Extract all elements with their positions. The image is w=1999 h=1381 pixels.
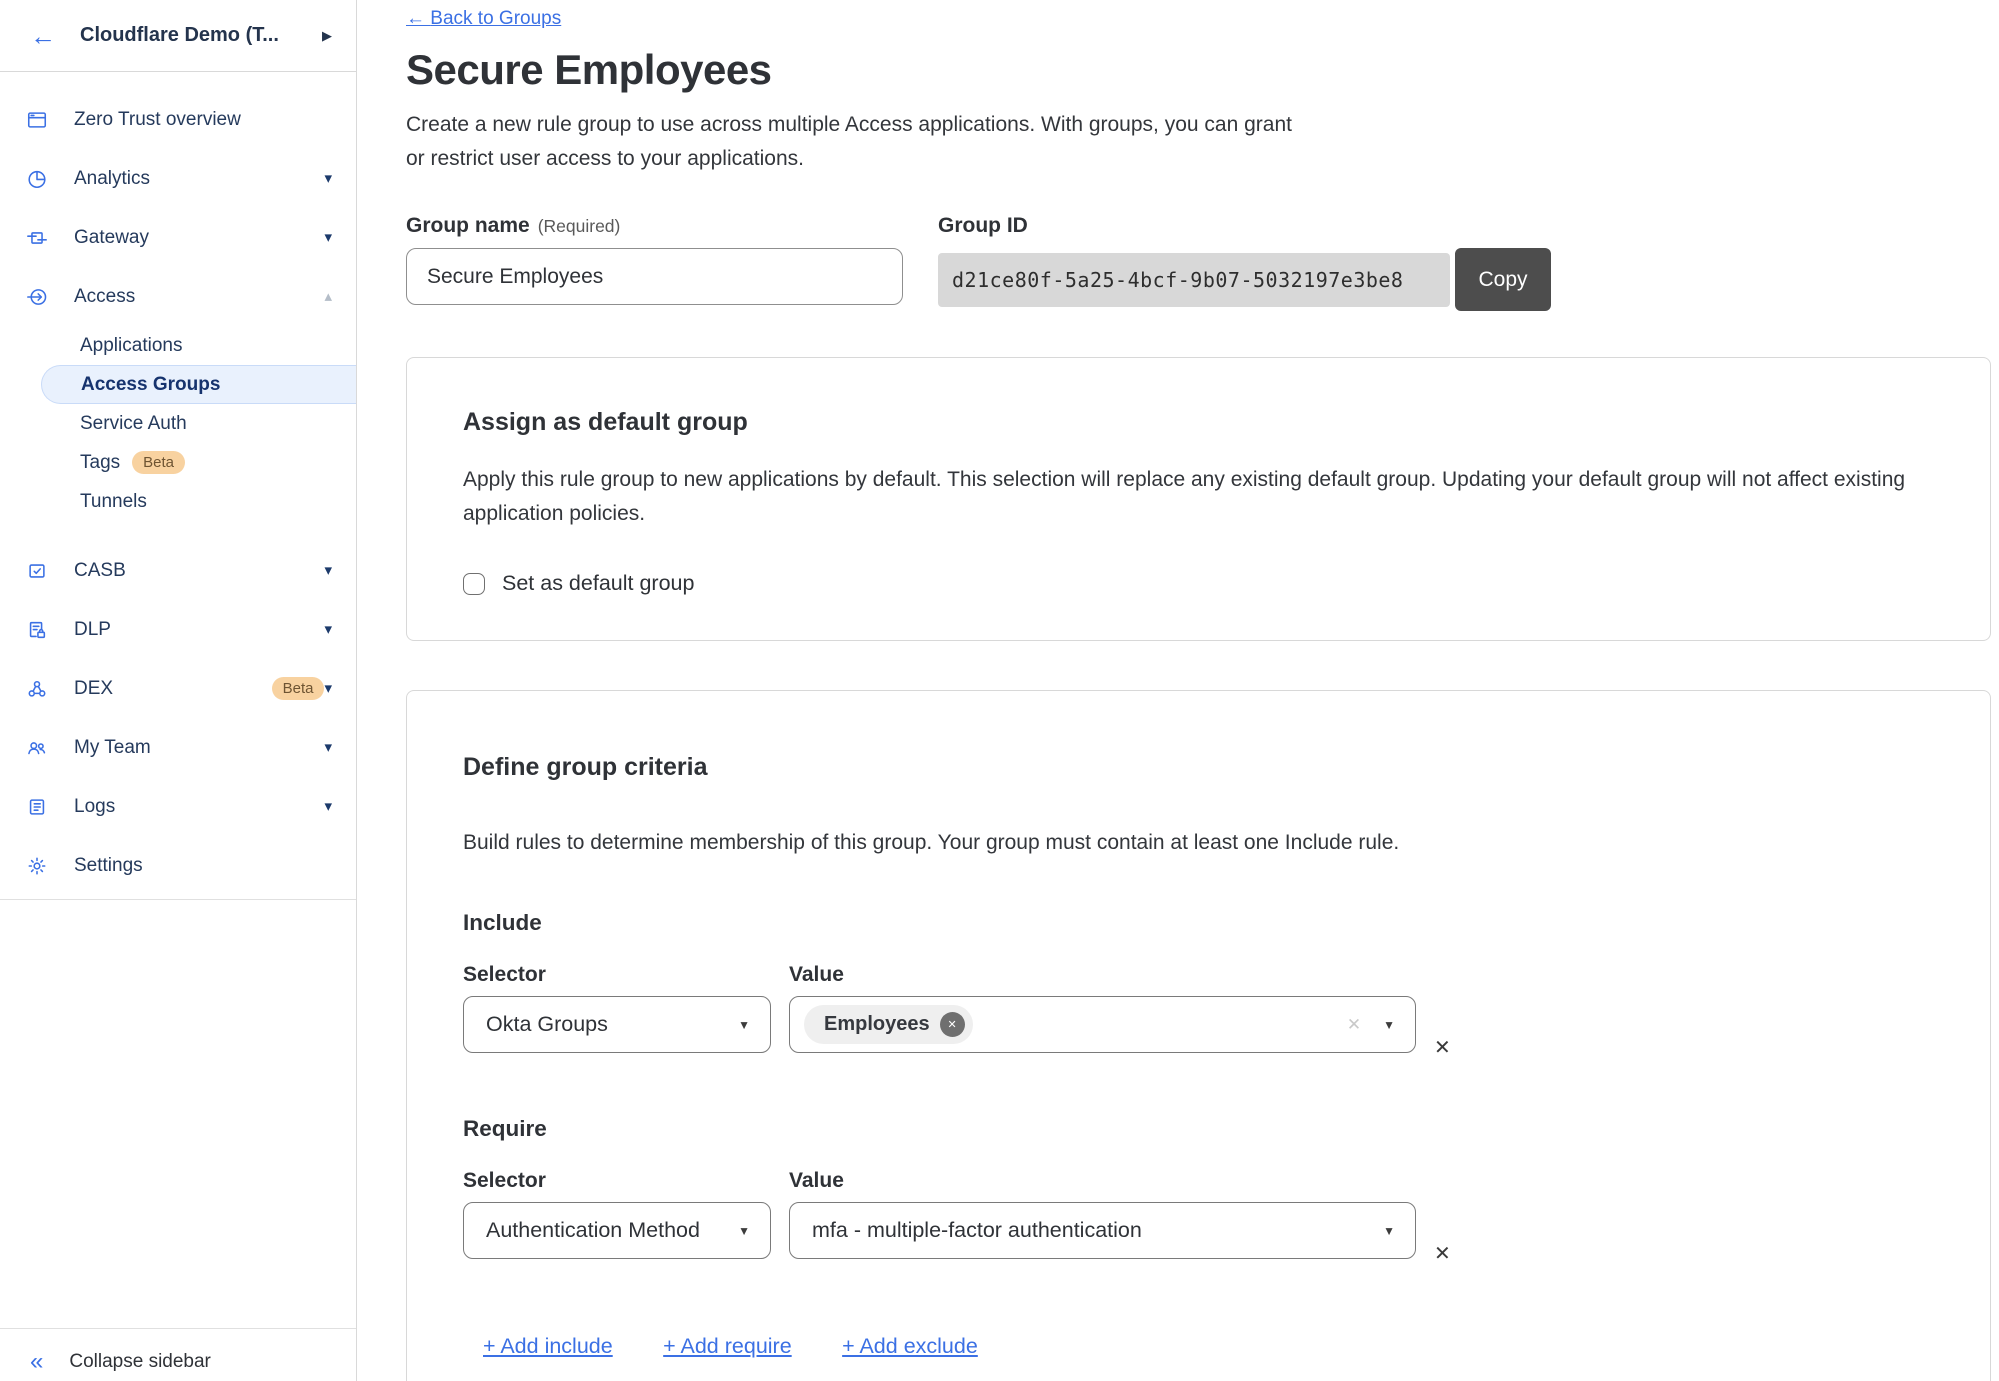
left-arrow-icon: ← bbox=[406, 8, 425, 29]
sidebar-item-tags[interactable]: Tags Beta bbox=[0, 443, 356, 482]
network-nodes-icon bbox=[26, 678, 48, 700]
dropdown-arrow-icon: ▼ bbox=[1383, 1225, 1395, 1237]
document-lock-icon bbox=[26, 619, 48, 641]
sidebar-item-access-groups[interactable]: Access Groups bbox=[41, 365, 356, 404]
group-name-input[interactable] bbox=[406, 248, 903, 305]
caret-right-icon[interactable]: ▶ bbox=[322, 28, 332, 44]
include-labels-row: Selector Value bbox=[463, 963, 1920, 987]
require-heading: Require bbox=[463, 1116, 1920, 1142]
require-rule-row: Authentication Method ▼ mfa - multiple-f… bbox=[463, 1202, 1920, 1264]
selector-label: Selector bbox=[463, 1169, 771, 1193]
remove-require-rule-icon[interactable]: ✕ bbox=[1434, 1244, 1451, 1264]
sidebar-footer: « Collapse sidebar bbox=[0, 1328, 356, 1381]
sidebar-divider bbox=[0, 899, 356, 900]
group-id-value: d21ce80f-5a25-4bcf-9b07-5032197e3be8 bbox=[938, 253, 1450, 307]
sidebar-nav: Zero Trust overview Analytics ▾ Gateway … bbox=[0, 72, 356, 900]
sidebar-item-tunnels[interactable]: Tunnels bbox=[0, 482, 356, 521]
sidebar-item-zero-trust-overview[interactable]: Zero Trust overview bbox=[0, 90, 356, 149]
sidebar-item-settings[interactable]: Settings bbox=[0, 836, 356, 895]
card-title: Assign as default group bbox=[463, 408, 1920, 437]
card-description: Build rules to determine membership of t… bbox=[463, 826, 1920, 860]
group-id-field-group: Group ID d21ce80f-5a25-4bcf-9b07-5032197… bbox=[938, 214, 1551, 311]
add-rule-links: + Add include + Add require + Add exclud… bbox=[463, 1334, 1920, 1359]
account-title: Cloudflare Demo (T... bbox=[80, 24, 322, 47]
chevron-down-icon: ▾ bbox=[324, 799, 332, 814]
copy-button[interactable]: Copy bbox=[1455, 248, 1551, 311]
gateway-icon bbox=[26, 227, 48, 249]
chip-remove-icon[interactable]: ✕ bbox=[940, 1012, 965, 1037]
sidebar-header: ← Cloudflare Demo (T... ▶ bbox=[0, 0, 356, 72]
include-value-multiselect[interactable]: Employees ✕ ✕ ▼ bbox=[789, 996, 1416, 1053]
dropdown-arrow-icon: ▼ bbox=[738, 1225, 750, 1237]
employees-chip: Employees ✕ bbox=[804, 1005, 973, 1044]
sidebar-item-gateway[interactable]: Gateway ▾ bbox=[0, 208, 356, 267]
require-labels-row: Selector Value bbox=[463, 1169, 1920, 1193]
card-description: Apply this rule group to new application… bbox=[463, 463, 1920, 531]
remove-include-rule-icon[interactable]: ✕ bbox=[1434, 1038, 1451, 1058]
value-label: Value bbox=[789, 963, 1416, 987]
card-title: Define group criteria bbox=[463, 753, 1920, 782]
page-title: Secure Employees bbox=[406, 46, 1999, 94]
add-require-link[interactable]: + Add require bbox=[663, 1334, 792, 1358]
chevron-down-icon: ▾ bbox=[324, 740, 332, 755]
main-content: ← Back to Groups Secure Employees Create… bbox=[357, 0, 1999, 1381]
beta-badge: Beta bbox=[272, 677, 325, 700]
checkbox[interactable] bbox=[463, 573, 485, 595]
assign-default-group-card: Assign as default group Apply this rule … bbox=[406, 357, 1991, 641]
sidebar-item-service-auth[interactable]: Service Auth bbox=[0, 404, 356, 443]
require-selector-dropdown[interactable]: Authentication Method ▼ bbox=[463, 1202, 771, 1259]
chevron-down-icon: ▾ bbox=[324, 563, 332, 578]
clear-values-icon[interactable]: ✕ bbox=[1347, 1015, 1361, 1035]
chevron-down-icon: ▾ bbox=[324, 681, 332, 696]
beta-badge: Beta bbox=[132, 451, 185, 474]
collapse-sidebar-button[interactable]: « Collapse sidebar bbox=[0, 1329, 356, 1381]
set-default-group-checkbox-row[interactable]: Set as default group bbox=[463, 571, 1920, 596]
casb-check-box-icon bbox=[26, 560, 48, 582]
sidebar-item-logs[interactable]: Logs ▾ bbox=[0, 777, 356, 836]
selector-label: Selector bbox=[463, 963, 771, 987]
checkbox-label: Set as default group bbox=[502, 571, 694, 596]
sidebar-item-my-team[interactable]: My Team ▾ bbox=[0, 718, 356, 777]
access-arrow-circle-icon bbox=[26, 286, 48, 308]
sidebar-item-dex[interactable]: DEX Beta ▾ bbox=[0, 659, 356, 718]
people-icon bbox=[26, 737, 48, 759]
define-group-criteria-card: Define group criteria Build rules to det… bbox=[406, 690, 1991, 1381]
window-icon bbox=[26, 109, 48, 131]
sidebar-item-applications[interactable]: Applications bbox=[0, 326, 356, 365]
value-label: Value bbox=[789, 1169, 1416, 1193]
sidebar-item-dlp[interactable]: DLP ▾ bbox=[0, 600, 356, 659]
sidebar: ← Cloudflare Demo (T... ▶ Zero Trust ove… bbox=[0, 0, 357, 1381]
group-name-label: Group name bbox=[406, 214, 530, 237]
gear-icon bbox=[26, 855, 48, 877]
include-heading: Include bbox=[463, 910, 1920, 936]
page-description: Create a new rule group to use across mu… bbox=[406, 108, 1999, 176]
sidebar-item-analytics[interactable]: Analytics ▾ bbox=[0, 149, 356, 208]
required-hint: (Required) bbox=[538, 216, 621, 236]
chevron-down-icon: ▾ bbox=[324, 171, 332, 186]
back-arrow-icon[interactable]: ← bbox=[30, 23, 56, 49]
group-meta-row: Group name (Required) Group ID d21ce80f-5… bbox=[406, 214, 1999, 311]
chevron-up-icon: ▴ bbox=[324, 289, 332, 304]
dropdown-arrow-icon: ▼ bbox=[738, 1019, 750, 1031]
sidebar-item-casb[interactable]: CASB ▾ bbox=[0, 541, 356, 600]
require-value-dropdown[interactable]: mfa - multiple-factor authentication ▼ bbox=[789, 1202, 1416, 1259]
group-id-label: Group ID bbox=[938, 214, 1551, 238]
add-include-link[interactable]: + Add include bbox=[483, 1334, 613, 1358]
chevron-down-icon: ▾ bbox=[324, 230, 332, 245]
sidebar-item-access[interactable]: Access ▴ bbox=[0, 267, 356, 326]
include-rule-row: Okta Groups ▼ Employees ✕ ✕ ▼ ✕ bbox=[463, 996, 1920, 1058]
group-name-field-group: Group name (Required) bbox=[406, 214, 938, 311]
pie-chart-icon bbox=[26, 168, 48, 190]
add-exclude-link[interactable]: + Add exclude bbox=[842, 1334, 978, 1358]
include-selector-dropdown[interactable]: Okta Groups ▼ bbox=[463, 996, 771, 1053]
list-page-icon bbox=[26, 796, 48, 818]
chevron-down-icon: ▾ bbox=[324, 622, 332, 637]
dropdown-arrow-icon: ▼ bbox=[1383, 1019, 1395, 1031]
zero-trust-dashboard: ← Cloudflare Demo (T... ▶ Zero Trust ove… bbox=[0, 0, 1999, 1381]
double-chevron-left-icon: « bbox=[30, 1350, 43, 1374]
back-to-groups-link[interactable]: ← Back to Groups bbox=[406, 8, 561, 30]
